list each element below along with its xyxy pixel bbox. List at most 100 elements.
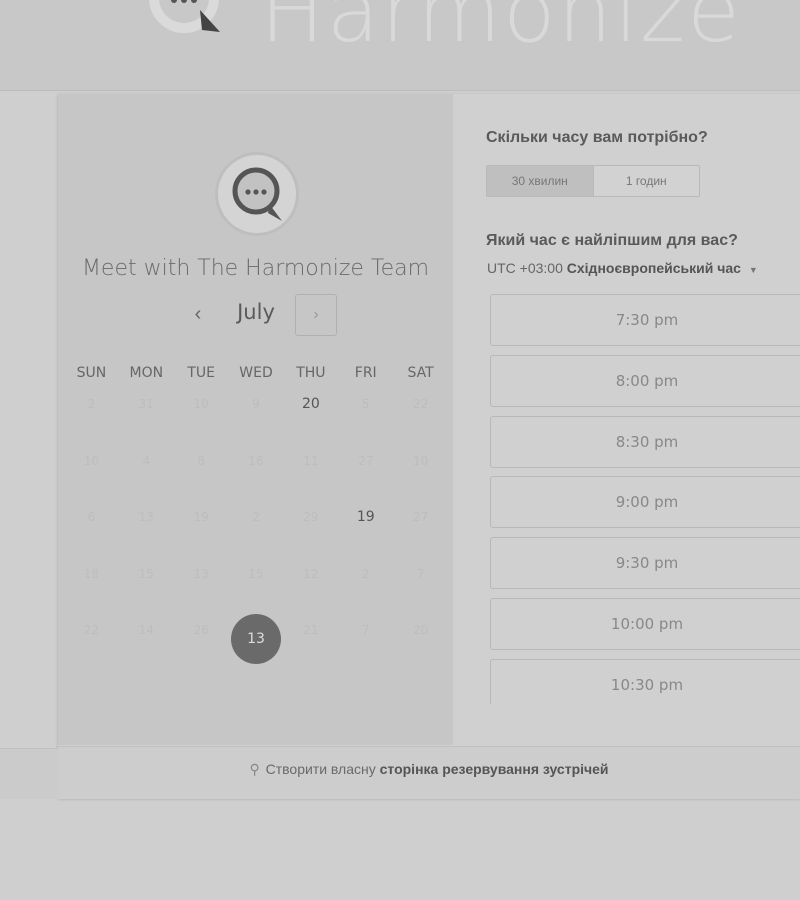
- calendar-day: 10: [393, 434, 448, 491]
- calendar-day: 2: [338, 547, 393, 604]
- time-slot-button[interactable]: 7:30 pm: [490, 294, 800, 346]
- calendar-day: 15: [119, 547, 174, 604]
- calendar-day-number: 2: [87, 397, 96, 411]
- calendar-day-number: 13: [193, 566, 209, 581]
- calendar-day: 21: [283, 603, 338, 660]
- footer: ⚲ Створити власну сторінка резервування …: [58, 746, 800, 799]
- chevron-left-icon[interactable]: ‹: [182, 294, 214, 336]
- calendar-day: 2: [64, 377, 119, 434]
- calendar-day: 6: [64, 490, 119, 547]
- calendar-day-number: 13: [231, 614, 281, 664]
- calendar-day-number: 10: [412, 453, 429, 468]
- calendar-day: 22: [393, 377, 448, 434]
- calendar-day: 8: [174, 434, 229, 491]
- time-question: Який час є найліпшим для вас?: [486, 232, 738, 249]
- avatar: [215, 152, 299, 236]
- calendar-day-number: 26: [193, 623, 209, 637]
- calendar-day-number: 8: [197, 453, 205, 468]
- calendar-day-number: 13: [138, 510, 154, 524]
- calendar-day-number: 20: [412, 623, 429, 637]
- booking-card: Meet with The Harmonize Team ‹ July › SU…: [58, 94, 800, 799]
- calendar-day-number: 10: [193, 397, 209, 411]
- time-slot-button[interactable]: 10:00 pm: [490, 597, 800, 650]
- brand-name: Harmonize: [260, 0, 743, 62]
- time-slot-list[interactable]: 7:30 pm 8:00 pm 8:30 pm 9:00 pm 9:30 pm 10:00…: [490, 294, 800, 704]
- calendar-day: 22: [64, 603, 119, 660]
- chevron-right-icon[interactable]: ›: [295, 294, 337, 336]
- calendar-day: 14: [119, 603, 174, 660]
- harmonize-logo-icon: [149, 0, 220, 33]
- calendar-day-number: 6: [87, 510, 96, 524]
- calendar-week: 10 4 8 16 11 27 10: [64, 434, 448, 491]
- calendar-day: 7: [338, 603, 393, 660]
- calendar-week: 6 13 19 2 29 19 27: [64, 490, 448, 547]
- footer-prefix: Створити власну: [265, 761, 376, 777]
- time-slot-button[interactable]: 8:30 pm: [490, 415, 800, 468]
- meeting-title: Meet with The Harmonize Team: [81, 256, 430, 281]
- calendar-day: 2: [229, 490, 284, 547]
- calendar-day: 27: [338, 434, 393, 491]
- calendar-day-number: 10: [83, 453, 100, 468]
- calendar-day-number: 18: [83, 566, 100, 581]
- calendar-day-available[interactable]: 20: [283, 377, 338, 434]
- calendar-day-number: 7: [416, 566, 425, 581]
- calendar-day-number: 7: [361, 623, 370, 637]
- timezone-name: Східноєвропейський час: [566, 260, 741, 276]
- calendar-day: 29: [283, 490, 338, 547]
- calendar-day: 5: [338, 377, 393, 434]
- calendar-day-number: 14: [138, 623, 154, 637]
- calendar-day-number: 29: [303, 510, 319, 524]
- caret-down-icon: ▼: [748, 265, 758, 275]
- calendar-day-selected[interactable]: 13: [229, 603, 284, 664]
- chat-bubble-icon: [232, 167, 282, 221]
- calendar-day: 18: [64, 547, 119, 604]
- time-slot-button[interactable]: 9:30 pm: [490, 537, 800, 590]
- calendar-day-number: 21: [303, 623, 319, 637]
- calendar-day-number: 19: [356, 509, 375, 525]
- calendar-day: 4: [119, 434, 174, 491]
- calendar-day-available[interactable]: 19: [338, 490, 393, 547]
- calendar-day: 26: [174, 603, 229, 660]
- calendar-day-number: 9: [252, 397, 260, 411]
- calendar-day: 12: [283, 547, 338, 604]
- calendar-day-number: 2: [361, 566, 370, 581]
- calendar-week: 2 31 10 9 20 5 22: [64, 377, 448, 434]
- brand-header: Harmonize: [0, 0, 800, 91]
- calendar-day-number: 12: [303, 566, 319, 581]
- time-slot-button[interactable]: 8:00 pm: [490, 354, 800, 407]
- calendar-day-number: 27: [358, 453, 374, 468]
- timezone-offset: UTC +03:00: [487, 260, 563, 276]
- calendar-panel: Meet with The Harmonize Team ‹ July › SU…: [58, 94, 453, 745]
- calendar-day: 11: [283, 434, 338, 491]
- calendar-day: 31: [119, 377, 174, 434]
- calendar-day: 27: [393, 490, 448, 547]
- calendar-day: 10: [174, 377, 229, 434]
- calendar-grid: 2 31 10 9 20 5 22 10 4 8 16 11 27 10 6 13 19 2 29 19 27 18 15 1…: [64, 377, 448, 664]
- calendar-day-number: 22: [412, 397, 429, 411]
- hubspot-sprocket-icon: ⚲: [249, 761, 260, 777]
- duration-option-60[interactable]: 1 годин: [594, 166, 700, 196]
- calendar-day-number: 22: [83, 623, 100, 637]
- footer-link[interactable]: сторінка резервування зустрічей: [380, 761, 609, 777]
- calendar-day-number: 20: [301, 396, 320, 412]
- calendar-week: 22 14 26 13 21 7 20: [64, 603, 448, 664]
- calendar-day-number: 5: [361, 397, 370, 411]
- calendar-day: 13: [119, 490, 174, 547]
- calendar-day: 13: [174, 547, 229, 604]
- calendar-day: 10: [64, 434, 119, 491]
- duration-selector: 30 хвилин 1 годин: [486, 165, 700, 197]
- calendar-day-number: 15: [248, 566, 264, 581]
- calendar-day: 16: [229, 434, 284, 491]
- month-label: July: [237, 300, 275, 324]
- time-slot-button[interactable]: 9:00 pm: [490, 476, 800, 529]
- calendar-day-number: 11: [303, 453, 319, 468]
- calendar-day-number: 27: [412, 510, 429, 524]
- calendar-day-number: 19: [193, 510, 209, 524]
- calendar-day: 7: [393, 547, 448, 604]
- calendar-day-number: 4: [142, 453, 151, 468]
- timezone-selector[interactable]: UTC +03:00 Східноєвропейський час ▼: [487, 260, 758, 276]
- time-slot-button[interactable]: 10:30 pm: [490, 658, 800, 704]
- calendar-day-number: 2: [252, 510, 260, 524]
- duration-option-30[interactable]: 30 хвилин: [487, 166, 594, 196]
- calendar-day: 20: [393, 603, 448, 660]
